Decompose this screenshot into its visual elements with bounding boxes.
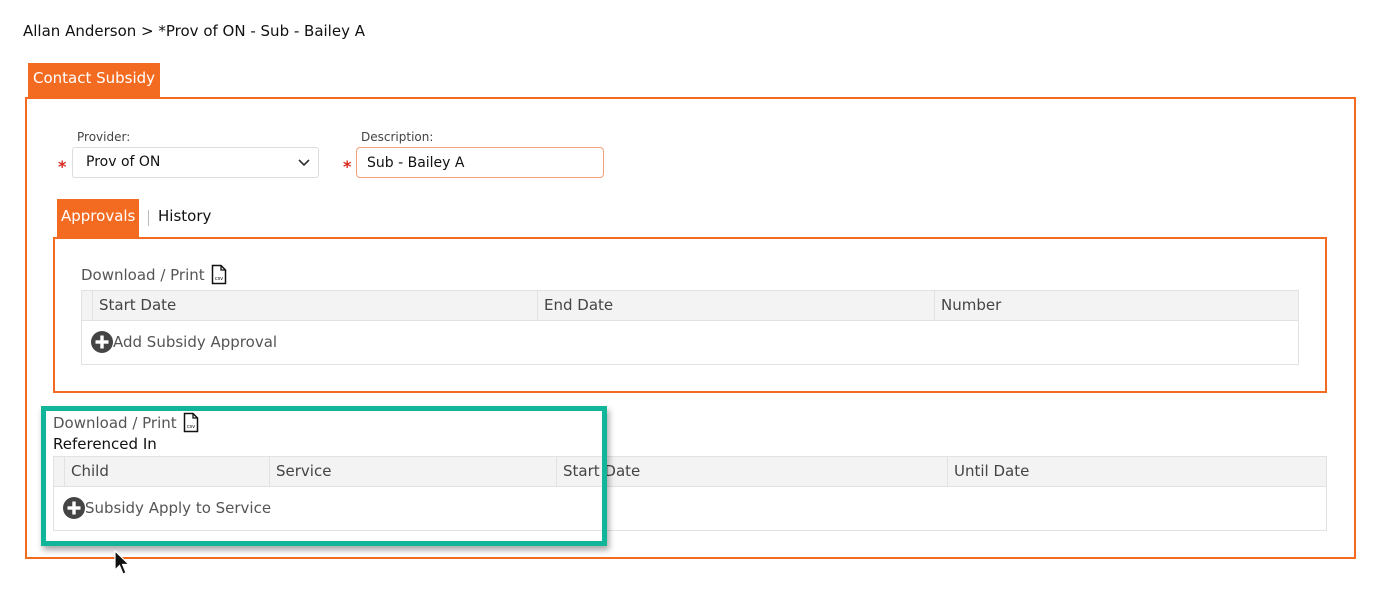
column-end-date[interactable]: End Date	[537, 291, 935, 320]
approvals-download-print-link[interactable]: Download / Print csv	[81, 264, 227, 285]
provider-select-value: Prov of ON	[86, 154, 161, 170]
provider-label: Provider:	[77, 130, 131, 144]
add-subsidy-approval-button[interactable]: Add Subsidy Approval	[91, 331, 277, 353]
tab-contact-subsidy[interactable]: Contact Subsidy	[28, 63, 161, 97]
approvals-table-body: Add Subsidy Approval	[81, 321, 1299, 365]
description-input[interactable]	[356, 147, 604, 178]
description-label: Description:	[361, 130, 434, 144]
column-start-date[interactable]: Start Date	[92, 291, 538, 320]
tab-separator	[148, 210, 149, 226]
add-subsidy-approval-label: Add Subsidy Approval	[113, 333, 278, 351]
mouse-cursor-icon	[114, 550, 131, 575]
csv-file-icon: csv	[211, 264, 226, 285]
breadcrumb-separator: >	[141, 22, 154, 40]
tab-approvals[interactable]: Approvals	[57, 199, 140, 237]
provider-select[interactable]: Prov of ON	[72, 147, 319, 178]
tab-history[interactable]: History	[158, 207, 211, 225]
breadcrumb-record: *Prov of ON - Sub - Bailey A	[158, 22, 365, 40]
breadcrumb-person[interactable]: Allan Anderson	[23, 22, 136, 40]
highlight-annotation-box	[41, 406, 607, 546]
approvals-table-header: Start Date End Date Number	[81, 290, 1299, 321]
svg-text:csv: csv	[214, 276, 222, 282]
column-start-date[interactable]: Start Date	[556, 457, 948, 486]
plus-circle-icon	[91, 331, 113, 353]
provider-required-mark: *	[58, 157, 67, 176]
breadcrumb: Allan Anderson > *Prov of ON - Sub - Bai…	[23, 22, 365, 40]
chevron-down-icon	[298, 159, 310, 167]
approvals-download-label: Download / Print	[81, 265, 205, 284]
description-required-mark: *	[343, 157, 352, 176]
column-number[interactable]: Number	[934, 291, 1286, 320]
column-until-date[interactable]: Until Date	[947, 457, 1327, 486]
